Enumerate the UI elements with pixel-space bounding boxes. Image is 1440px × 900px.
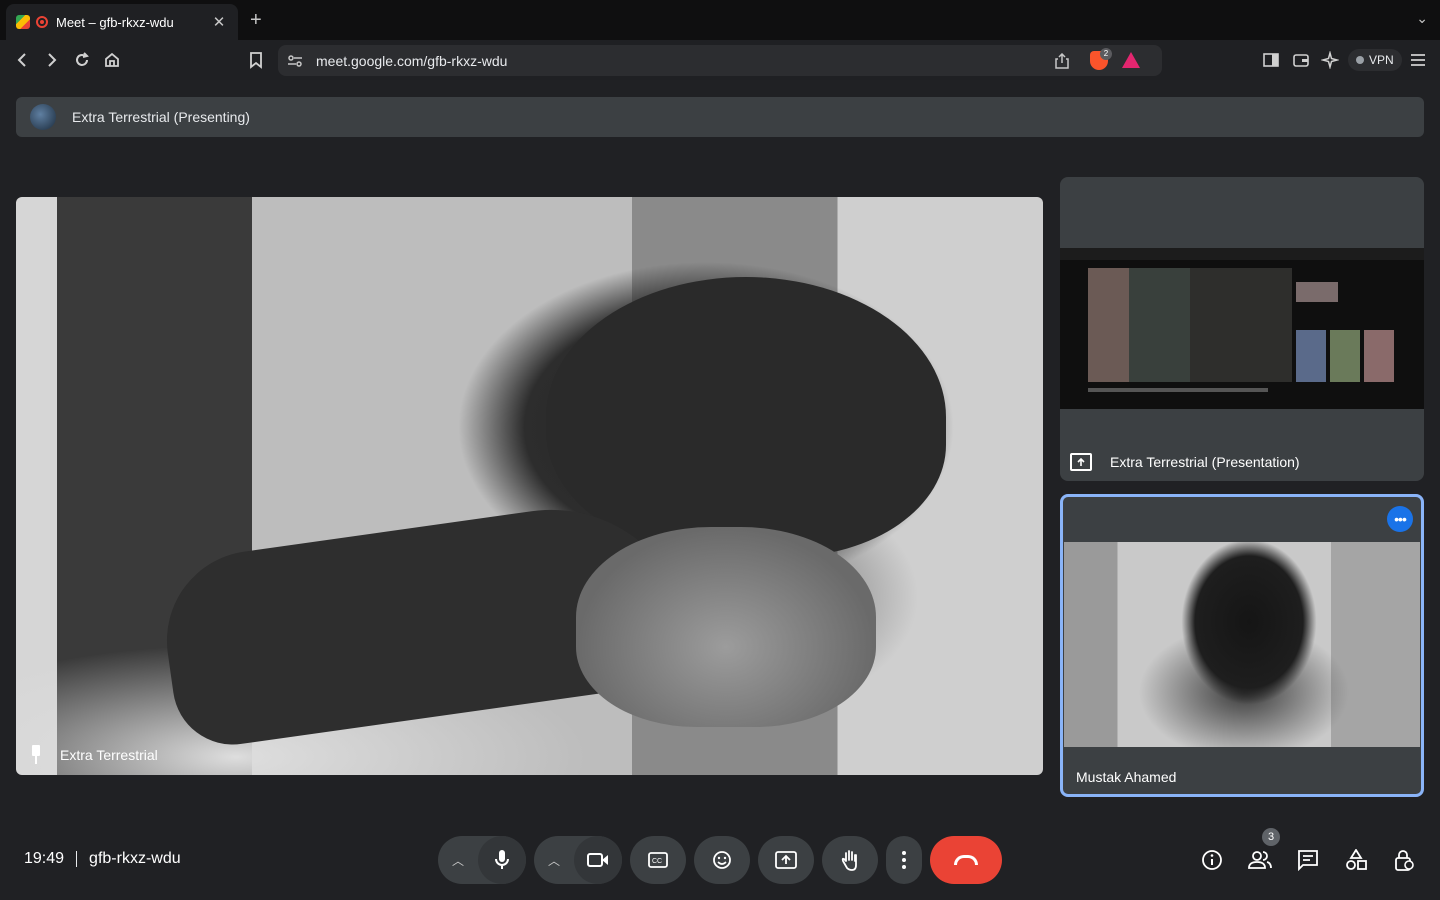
bookmark-icon[interactable] [244, 48, 268, 72]
more-vertical-icon [902, 851, 906, 869]
recording-indicator-icon [36, 16, 48, 28]
activities-icon [1346, 849, 1367, 870]
share-page-icon[interactable] [1053, 52, 1071, 70]
new-tab-icon[interactable]: + [250, 9, 262, 32]
hand-icon [841, 850, 857, 871]
thumbnail-video [1088, 268, 1292, 382]
info-icon [1202, 850, 1222, 870]
back-icon[interactable] [10, 48, 34, 72]
tile-more-options-icon[interactable]: ••• [1387, 506, 1413, 532]
meeting-details-button[interactable] [1198, 846, 1226, 874]
pin-icon[interactable] [30, 745, 42, 765]
site-settings-icon[interactable] [286, 52, 304, 70]
presentation-screen-thumbnail [1060, 248, 1424, 409]
main-video-tile[interactable]: Extra Terrestrial [16, 197, 1043, 775]
microphone-icon[interactable] [478, 836, 526, 884]
raise-hand-button[interactable] [822, 836, 878, 884]
meet-favicon-icon [16, 15, 30, 29]
participant-count-badge: 3 [1262, 828, 1280, 846]
vpn-label: VPN [1369, 53, 1394, 67]
self-participant-name: Mustak Ahamed [1076, 769, 1177, 785]
people-button[interactable] [1246, 846, 1274, 874]
browser-tab[interactable]: Meet – gfb-rkxz-wdu ✕ [6, 4, 238, 40]
chat-icon [1298, 850, 1318, 871]
self-video-content [1064, 542, 1420, 747]
tab-list-chevron-icon[interactable]: ⌄ [1416, 10, 1428, 27]
present-screen-icon [1070, 453, 1092, 471]
host-controls-icon [1395, 850, 1414, 871]
shields-count-badge: 2 [1100, 48, 1112, 60]
tab-close-icon[interactable]: ✕ [210, 13, 228, 31]
video-content [546, 277, 946, 557]
audio-options-chevron-icon[interactable]: ︿ [438, 836, 478, 884]
divider [76, 851, 78, 867]
address-bar[interactable]: meet.google.com/gfb-rkxz-wdu [278, 45, 1162, 76]
presenting-label: Extra Terrestrial (Presenting) [72, 109, 250, 125]
people-icon [1248, 851, 1272, 869]
meeting-code: gfb-rkxz-wdu [89, 850, 181, 867]
browser-menu-icon[interactable] [1406, 48, 1430, 72]
tab-title: Meet – gfb-rkxz-wdu [56, 14, 174, 30]
presentation-tile[interactable]: Extra Terrestrial (Presentation) [1060, 177, 1424, 481]
host-controls-button[interactable] [1390, 846, 1418, 874]
home-icon[interactable] [100, 48, 124, 72]
thumbnail-short [1364, 330, 1394, 382]
chat-button[interactable] [1294, 846, 1322, 874]
camera-icon[interactable] [574, 836, 622, 884]
captions-icon: CC [648, 852, 668, 868]
emoji-icon [713, 851, 731, 869]
browser-tab-bar: Meet – gfb-rkxz-wdu ✕ + ⌄ [0, 0, 1440, 40]
vpn-status-icon [1356, 56, 1364, 64]
reactions-button[interactable] [694, 836, 750, 884]
thumbnail-title-line [1088, 388, 1268, 392]
video-content [576, 527, 876, 727]
presentation-caption: Extra Terrestrial (Presentation) [1070, 453, 1300, 471]
present-now-button[interactable] [758, 836, 814, 884]
vpn-button[interactable]: VPN [1348, 49, 1402, 71]
self-video-tile[interactable]: ••• Mustak Ahamed [1060, 494, 1424, 797]
presenting-banner[interactable]: Extra Terrestrial (Presenting) [16, 97, 1424, 137]
thumbnail-short [1296, 330, 1326, 382]
presenter-avatar [30, 104, 56, 130]
more-options-button[interactable] [886, 836, 922, 884]
video-options-chevron-icon[interactable]: ︿ [534, 836, 574, 884]
reload-icon[interactable] [70, 48, 94, 72]
activities-button[interactable] [1342, 846, 1370, 874]
main-participant-name: Extra Terrestrial [60, 747, 158, 763]
captions-button[interactable]: CC [630, 836, 686, 884]
thumbnail-recommendation [1296, 282, 1338, 302]
end-call-icon [954, 855, 978, 865]
presentation-label: Extra Terrestrial (Presentation) [1110, 454, 1300, 470]
present-screen-icon [775, 851, 797, 869]
leo-ai-icon[interactable] [1318, 48, 1342, 72]
thumbnail-browser-bar [1060, 248, 1424, 260]
leave-call-button[interactable] [930, 836, 1002, 884]
forward-icon[interactable] [40, 48, 64, 72]
address-url: meet.google.com/gfb-rkxz-wdu [316, 52, 508, 69]
main-participant-name-tag: Extra Terrestrial [30, 745, 158, 765]
wallet-icon[interactable] [1289, 48, 1313, 72]
meeting-time: 19:49 [24, 850, 65, 867]
thumbnail-short [1330, 330, 1360, 382]
meeting-details: 19:49 gfb-rkxz-wdu [24, 850, 181, 868]
audio-control-group: ︿ [438, 836, 526, 884]
sidebar-icon[interactable] [1259, 48, 1283, 72]
video-control-group: ︿ [534, 836, 622, 884]
svg-text:CC: CC [652, 858, 662, 865]
brave-rewards-icon[interactable] [1122, 52, 1140, 68]
